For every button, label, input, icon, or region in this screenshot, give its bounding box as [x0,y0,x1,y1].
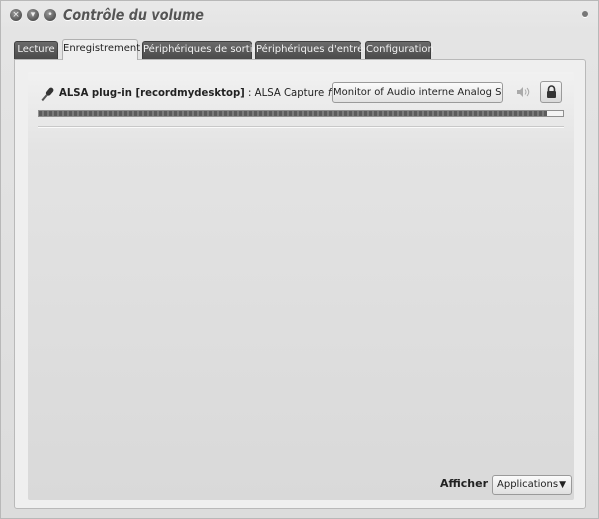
lock-channels-button[interactable] [540,81,562,103]
tab-peripheriques-d-entree[interactable]: Périphériques d'entrée [255,41,369,59]
show-filter-label: Afficher : [440,477,495,490]
stream-description: ALSA plug-in [recordmydesktop] : ALSA Ca… [59,86,352,99]
tab-configuration[interactable]: Configuration [365,41,434,59]
microphone-icon [38,85,56,103]
stream-app-name: ALSA plug-in [recordmydesktop] [59,86,245,99]
lock-icon [547,85,556,98]
dropdown-arrow-icon: ▼ [559,480,566,490]
recording-tab-page: ALSA plug-in [recordmydesktop] : ALSA Ca… [14,59,586,509]
stream-separator-line [38,126,564,128]
source-device-button[interactable]: Monitor of Audio interne Analog Stereo [332,82,503,103]
tab-enregistrement[interactable]: Enregistrement [62,39,140,60]
tab-peripheriques-de-sortie[interactable]: Périphériques de sortie [142,41,259,59]
stream-list: ALSA plug-in [recordmydesktop] : ALSA Ca… [28,72,574,500]
window-menu-button[interactable] [582,11,588,17]
stream-name: ALSA Capture [254,86,325,99]
show-filter-dropdown[interactable]: Applications ▼ [492,475,572,495]
title-bar: × ▾ • Contrôle du volume [1,1,598,31]
stream-separator: : [244,86,255,99]
speaker-icon [516,86,530,98]
show-filter-value: Applications [497,479,559,490]
peak-level-meter [38,110,564,117]
minimize-window-button[interactable]: ▾ [27,9,39,21]
maximize-window-button[interactable]: • [44,9,56,21]
peak-level-fill [39,111,548,116]
tab-lecture[interactable]: Lecture [14,41,58,59]
window-title: Contrôle du volume [63,6,204,24]
volume-control-window: × ▾ • Contrôle du volume Lecture Enregis… [0,0,599,519]
close-window-button[interactable]: × [10,9,22,21]
